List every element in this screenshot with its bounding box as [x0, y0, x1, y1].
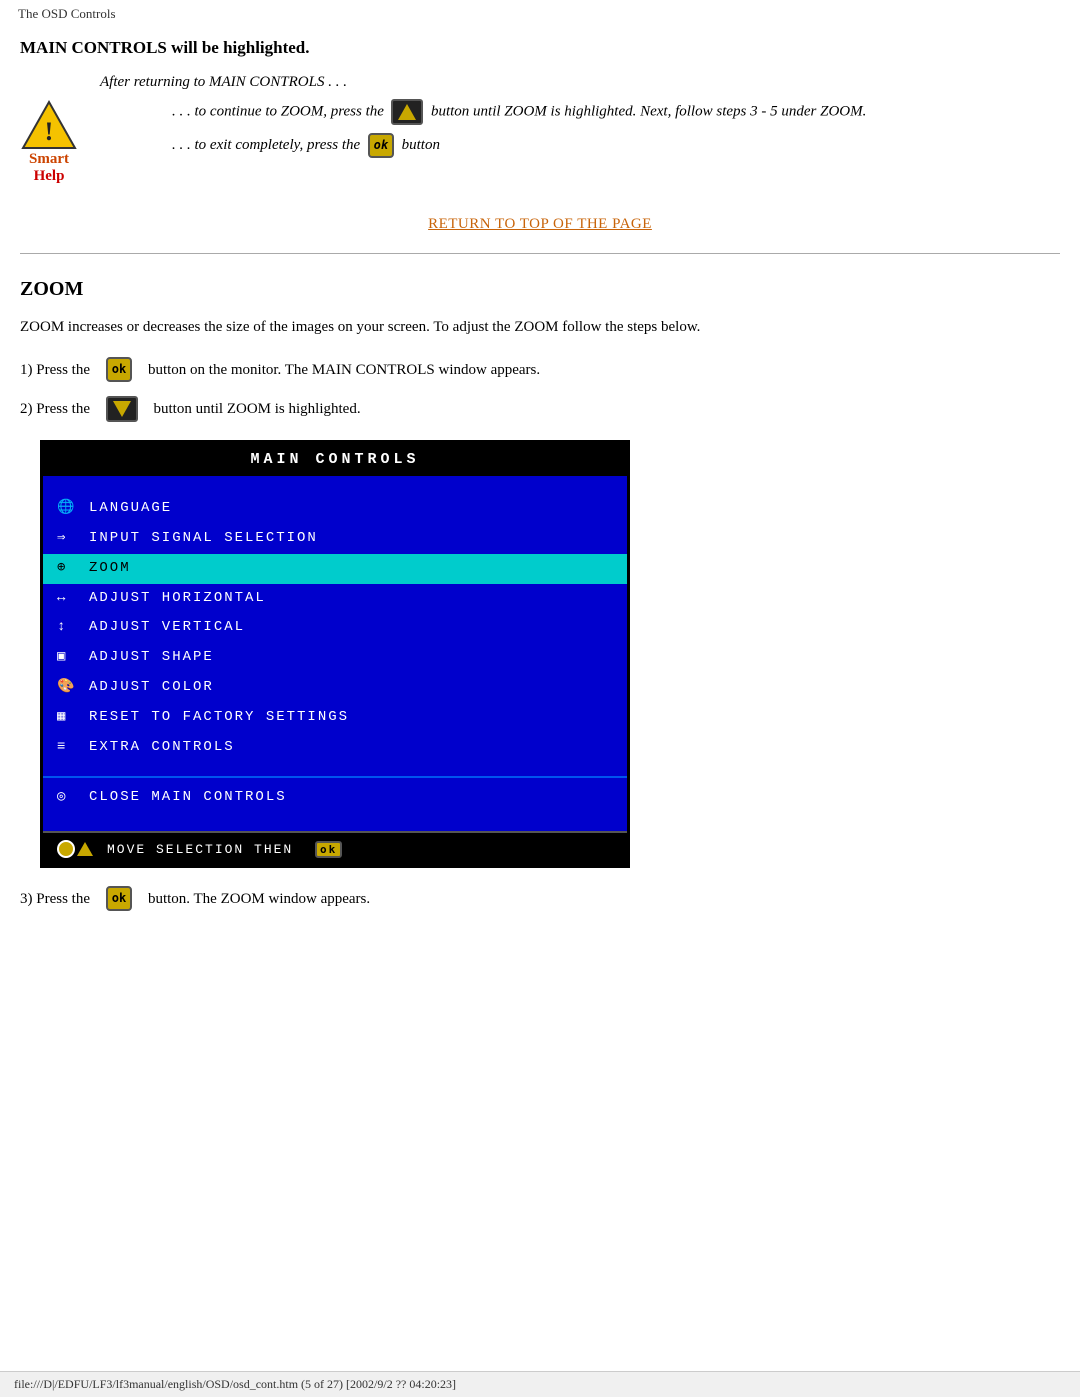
osd-item-shape: ▣ ADJUST SHAPE [43, 643, 627, 673]
ok-button-1: ok [368, 133, 394, 158]
instruction2-post: button [402, 137, 440, 153]
osd-item-language-label: LANGUAGE [89, 497, 172, 521]
osd-title: MAIN CONTROLS [43, 443, 627, 476]
osd-item-horizontal-label: ADJUST HORIZONTAL [89, 587, 266, 611]
osd-item-vertical: ↕ ADJUST VERTICAL [43, 613, 627, 643]
osd-item-extra: ≡ EXTRA CONTROLS [43, 733, 627, 763]
main-content: MAIN CONTROLS will be highlighted. After… [0, 28, 1080, 985]
factory-reset-icon: ▦ [57, 706, 79, 730]
up-arrow-button-1 [391, 99, 423, 125]
ok-button-step1: ok [106, 357, 132, 382]
osd-item-zoom-label: ZOOM [89, 557, 131, 581]
horizontal-icon: ↔ [57, 587, 79, 611]
smart-label: Smart [29, 151, 69, 168]
osd-item-extra-label: EXTRA CONTROLS [89, 736, 235, 760]
step2-post: button until ZOOM is highlighted. [154, 397, 361, 421]
osd-item-input-signal: ⇒ INPUT SIGNAL SELECTION [43, 524, 627, 554]
instruction2-pre: . . . to exit completely, press the [172, 137, 360, 153]
bottom-status-bar: file:///D|/EDFU/LF3/lf3manual/english/OS… [0, 1371, 1080, 1397]
zoom-icon: ⊕ [57, 557, 79, 581]
osd-item-vertical-label: ADJUST VERTICAL [89, 616, 245, 640]
zoom-section-title: ZOOM [20, 278, 1060, 301]
step1-post: button on the monitor. The MAIN CONTROLS… [148, 358, 540, 382]
return-to-top-link[interactable]: RETURN TO TOP OF THE PAGE [428, 216, 652, 232]
smart-help-block: ! Smart Help . . . to continue to ZOOM, … [20, 99, 1060, 185]
osd-menu: MAIN CONTROLS 🌐 LANGUAGE ⇒ INPUT SIGNAL … [40, 440, 630, 868]
instruction-block-1: . . . to continue to ZOOM, press the but… [92, 99, 866, 166]
color-icon: 🎨 [57, 676, 79, 700]
bottom-status-text: file:///D|/EDFU/LF3/lf3manual/english/OS… [14, 1377, 456, 1391]
osd-footer: MOVE SELECTION THEN ok [43, 831, 627, 865]
osd-items-list: 🌐 LANGUAGE ⇒ INPUT SIGNAL SELECTION ⊕ ZO… [43, 476, 627, 831]
instruction1-post: button until ZOOM is highlighted. Next, … [431, 103, 866, 119]
footer-ok-badge: ok [315, 841, 342, 858]
osd-item-close: ◎ CLOSE MAIN CONTROLS [43, 776, 627, 813]
zoom-step-3: 3) Press the ok button. The ZOOM window … [20, 886, 1060, 911]
down-arrow-button [106, 396, 138, 422]
zoom-step-2: 2) Press the button until ZOOM is highli… [20, 396, 1060, 422]
footer-icons [57, 840, 93, 858]
osd-item-factory-label: RESET TO FACTORY SETTINGS [89, 706, 349, 730]
top-bar-title: The OSD Controls [18, 6, 116, 21]
vertical-icon: ↕ [57, 616, 79, 640]
smart-help-icon-block: ! Smart Help [20, 99, 78, 185]
osd-item-close-label: CLOSE MAIN CONTROLS [89, 786, 287, 810]
main-controls-heading: MAIN CONTROLS will be highlighted. [20, 38, 1060, 58]
osd-item-color: 🎨 ADJUST COLOR [43, 673, 627, 703]
instruction-1: . . . to continue to ZOOM, press the but… [172, 99, 866, 125]
return-link-container: RETURN TO TOP OF THE PAGE [20, 215, 1060, 233]
instruction1-pre: . . . to continue to ZOOM, press the [172, 103, 384, 119]
footer-circle-icon [57, 840, 75, 858]
shape-icon: ▣ [57, 646, 79, 670]
warning-icon: ! [20, 99, 78, 151]
close-icon: ◎ [57, 786, 79, 810]
top-bar: The OSD Controls [0, 0, 1080, 28]
osd-item-shape-label: ADJUST SHAPE [89, 646, 214, 670]
instruction-2: . . . to exit completely, press the ok b… [172, 133, 866, 158]
ok-button-step3: ok [106, 886, 132, 911]
zoom-step-1: 1) Press the ok button on the monitor. T… [20, 357, 1060, 382]
help-label: Help [34, 168, 65, 185]
svg-text:!: ! [45, 117, 54, 146]
input-signal-icon: ⇒ [57, 527, 79, 551]
zoom-section-description: ZOOM increases or decreases the size of … [20, 315, 1060, 339]
step2-pre: 2) Press the [20, 397, 90, 421]
footer-tri-icon [77, 842, 93, 856]
osd-item-input-label: INPUT SIGNAL SELECTION [89, 527, 318, 551]
footer-move-label: MOVE SELECTION THEN [107, 842, 293, 857]
step3-pre: 3) Press the [20, 887, 90, 911]
divider [20, 253, 1060, 254]
after-returning-text: After returning to MAIN CONTROLS . . . [100, 74, 1060, 91]
osd-item-zoom: ⊕ ZOOM [43, 554, 627, 584]
step1-pre: 1) Press the [20, 358, 90, 382]
language-icon: 🌐 [57, 497, 79, 521]
osd-item-horizontal: ↔ ADJUST HORIZONTAL [43, 584, 627, 614]
extra-controls-icon: ≡ [57, 736, 79, 760]
osd-item-language: 🌐 LANGUAGE [43, 494, 627, 524]
osd-item-factory-reset: ▦ RESET TO FACTORY SETTINGS [43, 703, 627, 733]
step3-post: button. The ZOOM window appears. [148, 887, 370, 911]
osd-item-color-label: ADJUST COLOR [89, 676, 214, 700]
